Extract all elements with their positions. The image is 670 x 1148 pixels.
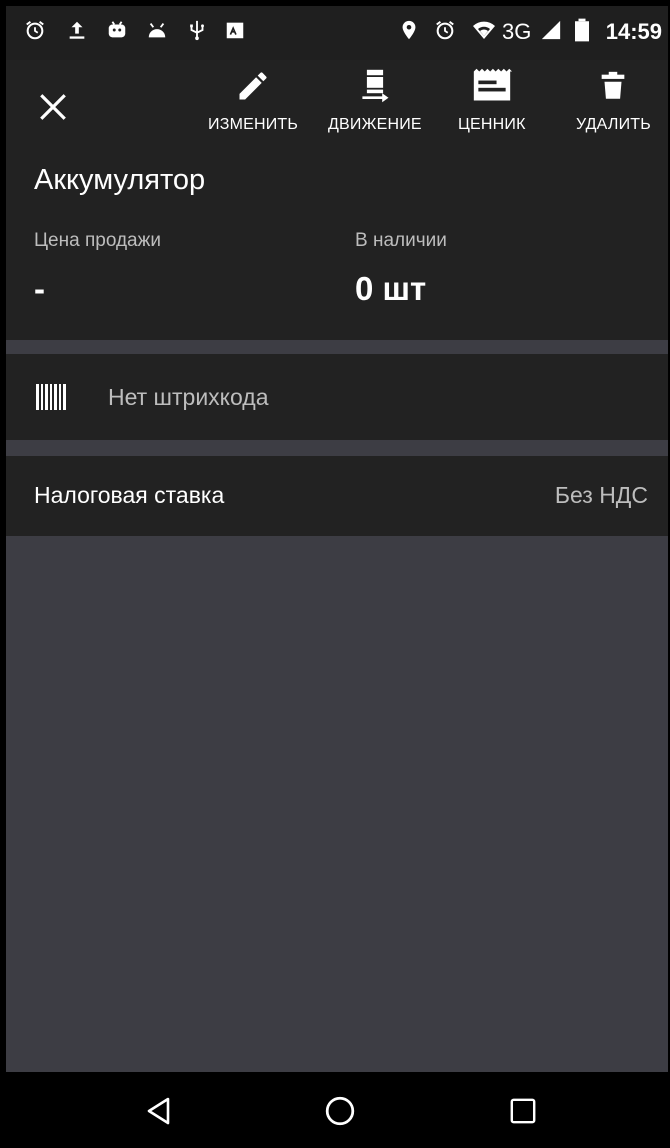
price-tag-icon bbox=[472, 66, 512, 106]
stock-value: 0 шт bbox=[355, 270, 427, 307]
location-pin-icon bbox=[398, 17, 420, 43]
delete-button[interactable]: УДАЛИТЬ bbox=[576, 66, 651, 146]
movement-label: ДВИЖЕНИЕ bbox=[328, 116, 422, 133]
price-tag-button[interactable]: ЦЕННИК bbox=[458, 66, 526, 146]
status-bar: 3G 14:59 bbox=[6, 6, 668, 60]
recents-icon bbox=[510, 1098, 536, 1124]
divider bbox=[6, 340, 668, 354]
screen: 3G 14:59 ИЗМЕНИТЬ ДВИЖЕНИЕ ЦЕННИК УДАЛИТ… bbox=[0, 0, 670, 1148]
price-value: - bbox=[34, 270, 45, 307]
upload-icon bbox=[66, 17, 88, 43]
pencil-icon bbox=[233, 66, 273, 106]
back-icon bbox=[147, 1097, 170, 1125]
trash-icon bbox=[593, 66, 633, 106]
empty-area bbox=[6, 536, 668, 1072]
wifi-icon bbox=[470, 17, 498, 43]
photo-icon bbox=[224, 17, 246, 43]
back-button[interactable] bbox=[142, 1094, 176, 1128]
alarm-icon bbox=[24, 17, 46, 43]
divider bbox=[6, 440, 668, 456]
edit-label: ИЗМЕНИТЬ bbox=[208, 116, 299, 133]
barcode-row[interactable]: Нет штрихкода bbox=[6, 354, 668, 440]
usb-icon bbox=[186, 17, 208, 43]
home-icon bbox=[325, 1096, 355, 1126]
stock-label: В наличии bbox=[355, 230, 447, 251]
recents-button[interactable] bbox=[506, 1094, 540, 1128]
barcode-icon bbox=[36, 384, 66, 410]
toolbar: ИЗМЕНИТЬ ДВИЖЕНИЕ ЦЕННИК УДАЛИТЬ bbox=[6, 60, 668, 150]
price-tag-label: ЦЕННИК bbox=[458, 116, 526, 133]
edit-button[interactable]: ИЗМЕНИТЬ bbox=[208, 66, 298, 146]
price-label: Цена продажи bbox=[34, 230, 161, 251]
delete-label: УДАЛИТЬ bbox=[576, 116, 651, 133]
close-icon bbox=[40, 94, 66, 120]
network-type: 3G bbox=[502, 19, 532, 44]
android-head-icon bbox=[146, 17, 168, 43]
close-button[interactable] bbox=[28, 82, 78, 132]
tax-rate-value: Без НДС bbox=[554, 482, 648, 508]
alarm-icon-right bbox=[434, 17, 456, 43]
tax-rate-label: Налоговая ставка bbox=[34, 482, 225, 508]
product-header: Аккумулятор Цена продажи - В наличии 0 ш… bbox=[6, 150, 668, 340]
home-button[interactable] bbox=[323, 1094, 357, 1128]
movement-icon bbox=[355, 66, 395, 106]
clock: 14:59 bbox=[605, 19, 662, 44]
android-icon bbox=[106, 17, 128, 43]
signal-icon bbox=[540, 17, 562, 43]
navigation-bar bbox=[6, 1072, 668, 1148]
movement-button[interactable]: ДВИЖЕНИЕ bbox=[328, 66, 422, 146]
battery-icon bbox=[574, 17, 590, 43]
product-name: Аккумулятор bbox=[34, 164, 206, 196]
tax-rate-row[interactable]: Налоговая ставка Без НДС bbox=[6, 456, 668, 536]
barcode-text: Нет штрихкода bbox=[108, 384, 269, 410]
